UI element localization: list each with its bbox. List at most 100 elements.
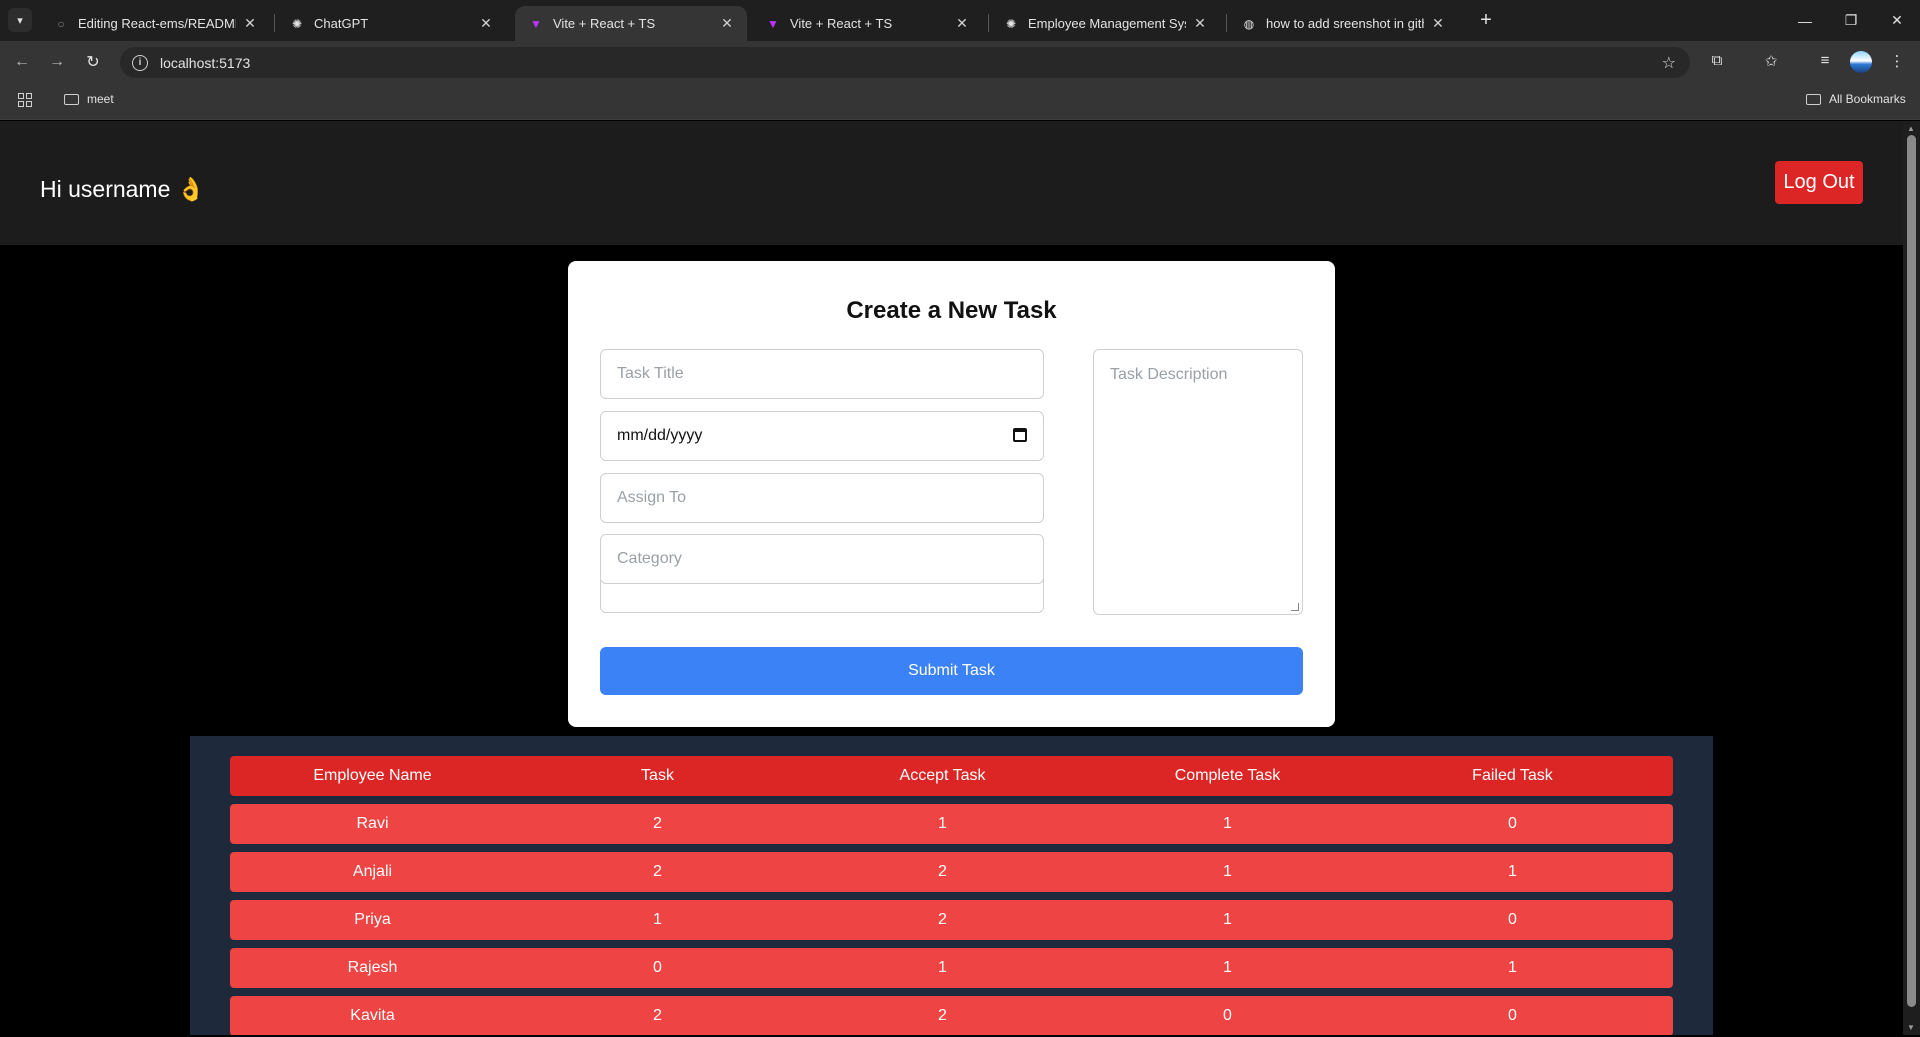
tab-separator: [1226, 14, 1227, 32]
employee-name-cell: Anjali: [352, 863, 393, 880]
bookmark-folder-meet[interactable]: meet: [64, 92, 114, 106]
close-tab-icon[interactable]: ✕: [242, 15, 258, 32]
table-row: Anjali 2 2 1 1: [230, 852, 1673, 892]
column-header: Task: [641, 767, 674, 784]
column-header: Accept Task: [899, 767, 986, 784]
column-header: Complete Task: [1174, 767, 1281, 784]
table-row: Rajesh 0 1 1 1: [230, 948, 1673, 988]
tab-vite-active[interactable]: ▼ Vite + React + TS ✕: [515, 6, 747, 41]
page-scrollbar[interactable]: ▲ ▼: [1903, 121, 1920, 1035]
form-title: Create a New Task: [846, 297, 1057, 324]
complete-task-cell: 0: [1223, 1007, 1232, 1024]
task-title-input[interactable]: Task Title: [600, 349, 1044, 399]
menu-icon[interactable]: ⋮: [1886, 52, 1908, 70]
all-bookmarks[interactable]: All Bookmarks: [1806, 92, 1906, 106]
tab-search-dropdown[interactable]: ▾: [8, 8, 32, 32]
greeting-text: Hi username 👌: [40, 176, 206, 202]
accept-task-cell: 2: [938, 911, 947, 928]
close-tab-icon[interactable]: ✕: [719, 15, 735, 32]
bookmark-star-icon[interactable]: ☆: [1662, 53, 1676, 73]
column-header: Employee Name: [313, 767, 432, 784]
create-task-form: Create a New Task Task Title mm/dd/yyyy …: [568, 261, 1335, 727]
resize-handle-icon[interactable]: [1291, 603, 1299, 611]
column-header: Failed Task: [1472, 767, 1553, 784]
scroll-down-arrow-icon[interactable]: ▼: [1907, 1023, 1915, 1032]
close-tab-icon[interactable]: ✕: [1430, 15, 1446, 32]
scrollbar-thumb[interactable]: [1907, 135, 1916, 1007]
employee-name-cell: Ravi: [356, 815, 389, 832]
accept-task-cell: 2: [938, 863, 947, 880]
bookmarks-bar: meet All Bookmarks: [0, 83, 1920, 120]
address-bar[interactable]: i localhost:5173 ☆: [120, 47, 1690, 78]
complete-task-cell: 1: [1223, 959, 1232, 976]
assign-to-input[interactable]: Assign To: [600, 473, 1044, 523]
failed-task-cell: 1: [1508, 863, 1517, 880]
tab-chatgpt[interactable]: ✺ ChatGPT ✕: [276, 6, 506, 41]
restore-icon[interactable]: ❐: [1828, 0, 1874, 41]
table-row: Ravi 2 1 1 0: [230, 804, 1673, 844]
tab-search-result[interactable]: ◍ how to add sreenshot in github ✕: [1228, 6, 1458, 41]
page-viewport: Hi username 👌 Log Out Create a New Task …: [0, 121, 1903, 1035]
tab-strip: ▾ ○ Editing React-ems/README.md ✕ ✺ Chat…: [0, 0, 1920, 41]
vite-icon: ▼: [767, 16, 779, 31]
reload-icon[interactable]: ↻: [80, 49, 106, 75]
scroll-up-arrow-icon[interactable]: ▲: [1907, 124, 1915, 133]
due-date-input[interactable]: mm/dd/yyyy: [600, 411, 1044, 461]
failed-task-cell: 1: [1508, 959, 1517, 976]
task-count-cell: 2: [653, 1007, 662, 1024]
vite-icon: ▼: [530, 16, 542, 31]
task-count-cell: 2: [653, 863, 662, 880]
complete-task-cell: 1: [1223, 815, 1232, 832]
employee-name-cell: Priya: [354, 911, 391, 928]
site-info-icon[interactable]: i: [132, 54, 148, 71]
forward-arrow-icon[interactable]: →: [44, 49, 70, 75]
logout-button[interactable]: Log Out: [1775, 161, 1863, 204]
folder-icon: [1806, 93, 1821, 105]
reading-list-icon[interactable]: ≡: [1814, 52, 1836, 69]
close-tab-icon[interactable]: ✕: [1192, 15, 1208, 32]
tab-vite[interactable]: ▼ Vite + React + TS ✕: [752, 6, 982, 41]
url-text[interactable]: localhost:5173: [160, 55, 250, 71]
back-arrow-icon[interactable]: ←: [9, 49, 35, 75]
table-row: Kavita 2 2 0 0: [230, 996, 1673, 1035]
github-icon: ○: [57, 16, 65, 31]
folder-icon: [64, 93, 79, 105]
accept-task-cell: 1: [938, 815, 947, 832]
failed-task-cell: 0: [1508, 911, 1517, 928]
profile-avatar[interactable]: [1850, 51, 1872, 73]
app-header: Hi username 👌 Log Out: [0, 121, 1903, 245]
complete-task-cell: 1: [1223, 911, 1232, 928]
complete-task-cell: 1: [1223, 863, 1232, 880]
new-tab-button[interactable]: +: [1472, 8, 1500, 32]
submit-task-button[interactable]: Submit Task: [600, 647, 1303, 695]
accept-task-cell: 2: [938, 1007, 947, 1024]
table-header-row: Employee Name Task Accept Task Complete …: [230, 756, 1673, 796]
calendar-icon[interactable]: [1013, 428, 1027, 442]
category-input[interactable]: Category: [600, 534, 1044, 584]
tab-github[interactable]: ○ Editing React-ems/README.md ✕: [40, 6, 270, 41]
close-window-icon[interactable]: ✕: [1874, 0, 1920, 41]
task-description-textarea[interactable]: Task Description: [1093, 349, 1303, 615]
close-tab-icon[interactable]: ✕: [478, 15, 494, 32]
extensions-icon[interactable]: ⧉: [1706, 52, 1728, 69]
employee-name-cell: Rajesh: [347, 959, 398, 976]
employee-task-table: Employee Name Task Accept Task Complete …: [190, 736, 1713, 1035]
chatgpt-icon: ✺: [1005, 16, 1017, 31]
tab-separator: [988, 14, 989, 32]
accept-task-cell: 1: [938, 959, 947, 976]
tab-separator: [274, 14, 275, 32]
apps-grid-icon[interactable]: [18, 93, 32, 107]
task-count-cell: 1: [653, 911, 662, 928]
failed-task-cell: 0: [1508, 1007, 1517, 1024]
close-tab-icon[interactable]: ✕: [954, 15, 970, 32]
tab-employee-management[interactable]: ✺ Employee Management System ✕: [990, 6, 1220, 41]
failed-task-cell: 0: [1508, 815, 1517, 832]
employee-name-cell: Kavita: [350, 1007, 395, 1024]
browser-toolbar: ← → ↻ i localhost:5173 ☆ ⧉ ✩ ≡ ⋮: [0, 41, 1920, 83]
minimize-icon[interactable]: —: [1782, 0, 1828, 41]
table-row: Priya 1 2 1 0: [230, 900, 1673, 940]
task-count-cell: 0: [653, 959, 662, 976]
favorites-icon[interactable]: ✩: [1760, 52, 1782, 70]
globe-icon: ◍: [1243, 16, 1255, 31]
task-count-cell: 2: [653, 815, 662, 832]
